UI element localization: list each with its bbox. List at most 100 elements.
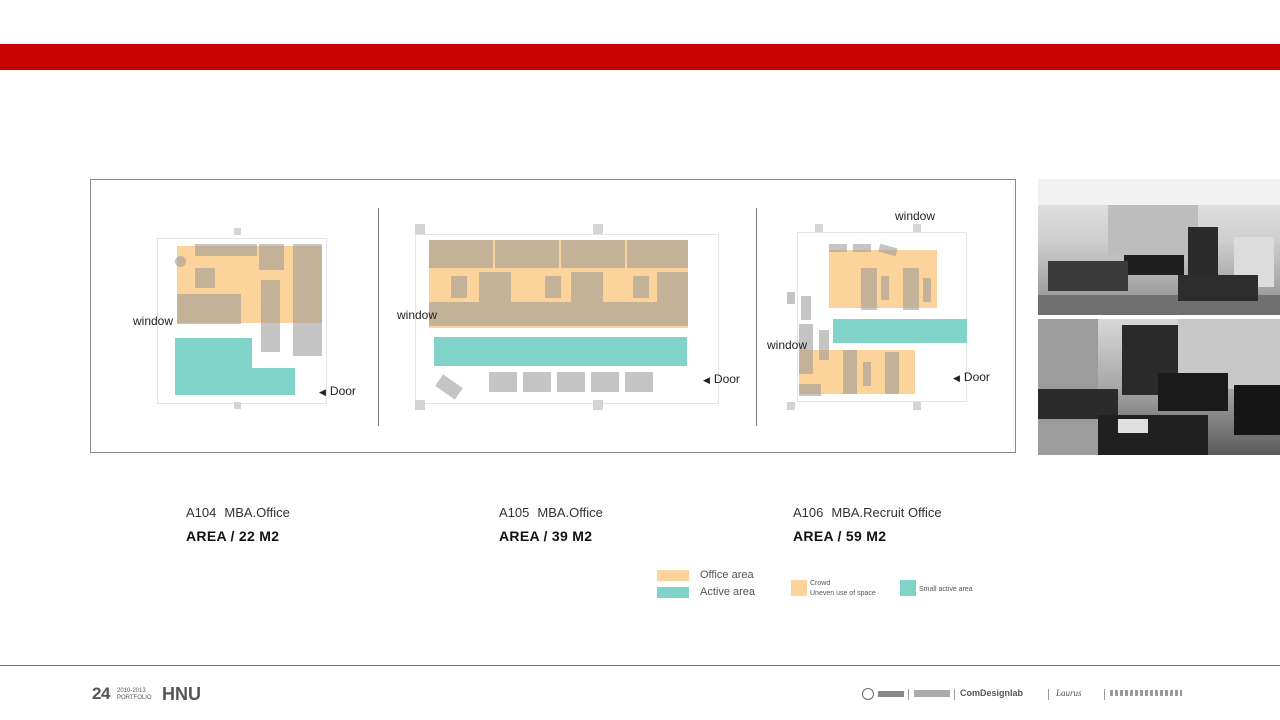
- furniture-block: [633, 276, 649, 298]
- legend-swatch-office: [657, 570, 689, 581]
- partner-logo-strip: [1110, 690, 1182, 696]
- active-area: [434, 337, 687, 366]
- floor-plans-panel: window ◀ Door window ◀ Door window windo…: [90, 179, 1016, 453]
- room-code: A106: [793, 505, 824, 520]
- furniture-block: [429, 302, 688, 326]
- furniture-block: [545, 276, 561, 298]
- column-marker: [913, 224, 921, 232]
- furniture-block: [429, 240, 493, 268]
- school-name: HNU: [162, 684, 201, 704]
- logo-separator: [1048, 689, 1049, 700]
- furniture-block: [557, 372, 585, 392]
- room-code: A104: [186, 505, 217, 520]
- room-caption-a105: A105 MBA.Office: [499, 505, 611, 520]
- legend-swatch-small-active: [900, 580, 916, 596]
- years-text: 2010-2013: [117, 688, 146, 694]
- furniture-block: [627, 240, 688, 268]
- column-marker: [415, 400, 425, 410]
- furniture-block: [591, 372, 619, 392]
- furniture-block: [261, 280, 280, 352]
- door-text: Door: [713, 372, 740, 386]
- logo-separator: [954, 689, 955, 700]
- active-area: [833, 319, 967, 343]
- footer-divider: [0, 665, 1280, 666]
- room-name: MBA.Office: [537, 505, 603, 520]
- door-arrow-icon: ◀: [703, 375, 710, 385]
- legend-crowd-line1: Crowd: [810, 580, 831, 587]
- floor-plan-a106: window window ◀ Door: [757, 180, 1015, 452]
- furniture-block: [881, 276, 889, 300]
- furniture-block: [195, 268, 215, 288]
- university-name-logo: [878, 691, 904, 697]
- furniture-block: [903, 268, 919, 310]
- legend-label-active: Active area: [700, 586, 756, 598]
- furniture-block: [451, 276, 467, 298]
- legend-swatch-active: [657, 587, 689, 598]
- university-seal-logo: [862, 688, 874, 700]
- furniture-block: [561, 240, 625, 268]
- comdesignlab-logo: ComDesignlab: [960, 688, 1024, 698]
- room-caption-a106: A106 MBA.Recruit Office: [793, 505, 950, 520]
- window-label: window: [397, 308, 438, 322]
- furniture-block: [479, 272, 511, 302]
- furniture-block: [885, 352, 899, 394]
- legend-crowd-line2: Uneven use of space: [810, 590, 876, 597]
- furniture-block: [625, 372, 653, 392]
- door-label: ◀ Door: [703, 372, 740, 386]
- active-area: [251, 368, 295, 395]
- furniture-block: [489, 372, 517, 392]
- column-marker: [415, 224, 425, 234]
- furniture-block: [195, 244, 257, 256]
- furniture-block: [923, 278, 931, 302]
- logo-separator: [1104, 689, 1105, 700]
- room-code: A105: [499, 505, 530, 520]
- legend-label-crowd: Crowd Uneven use of space: [810, 579, 876, 599]
- furniture-block: [799, 384, 821, 396]
- furniture-block: [523, 372, 551, 392]
- legend-swatch-crowd: [791, 580, 807, 596]
- furniture-block: [571, 272, 603, 302]
- furniture-block: [657, 272, 688, 302]
- room-name: MBA.Office: [224, 505, 290, 520]
- furniture-block: [787, 292, 795, 304]
- furniture-block: [829, 244, 847, 252]
- chair-circle: [175, 256, 186, 267]
- window-label: window: [767, 338, 808, 352]
- furniture-block: [259, 244, 284, 270]
- partner-logo-mark: [914, 690, 950, 697]
- window-label-top: window: [895, 209, 936, 223]
- room-name: MBA.Recruit Office: [831, 505, 942, 520]
- page-number: 24: [92, 684, 110, 703]
- furniture-block: [801, 296, 811, 320]
- legend-label-office: Office area: [700, 569, 754, 581]
- column-marker: [787, 402, 795, 410]
- office-photo-top: [1038, 179, 1280, 315]
- door-label: ◀ Door: [319, 384, 356, 398]
- furniture-block: [853, 244, 871, 252]
- room-area-a105: AREA / 39 M2: [499, 528, 593, 544]
- door-arrow-icon: ◀: [953, 373, 960, 383]
- furniture-block: [177, 294, 241, 324]
- floor-plan-a105: window ◀ Door: [379, 180, 756, 452]
- door-text: Door: [963, 370, 990, 384]
- window-label: window: [133, 314, 174, 328]
- column-marker: [234, 402, 241, 409]
- logo-separator: [908, 689, 909, 700]
- laurus-logo: Laurus: [1056, 688, 1082, 698]
- header-accent-bar: [0, 44, 1280, 70]
- active-area: [175, 338, 252, 395]
- room-caption-a104: A104 MBA.Office: [186, 505, 298, 520]
- column-marker: [593, 224, 603, 234]
- column-marker: [234, 228, 241, 235]
- furniture-block: [495, 240, 559, 268]
- office-photo-bottom: [1038, 319, 1280, 455]
- furniture-block: [863, 362, 871, 386]
- portfolio-years: 2010-2013 PORTFOLIO: [117, 688, 152, 702]
- furniture-block: [293, 244, 322, 356]
- door-text: Door: [329, 384, 356, 398]
- furniture-block: [819, 330, 829, 360]
- floor-plan-a104: window ◀ Door: [91, 180, 379, 452]
- column-marker: [815, 224, 823, 232]
- furniture-block: [843, 350, 857, 394]
- door-label: ◀ Door: [953, 370, 990, 384]
